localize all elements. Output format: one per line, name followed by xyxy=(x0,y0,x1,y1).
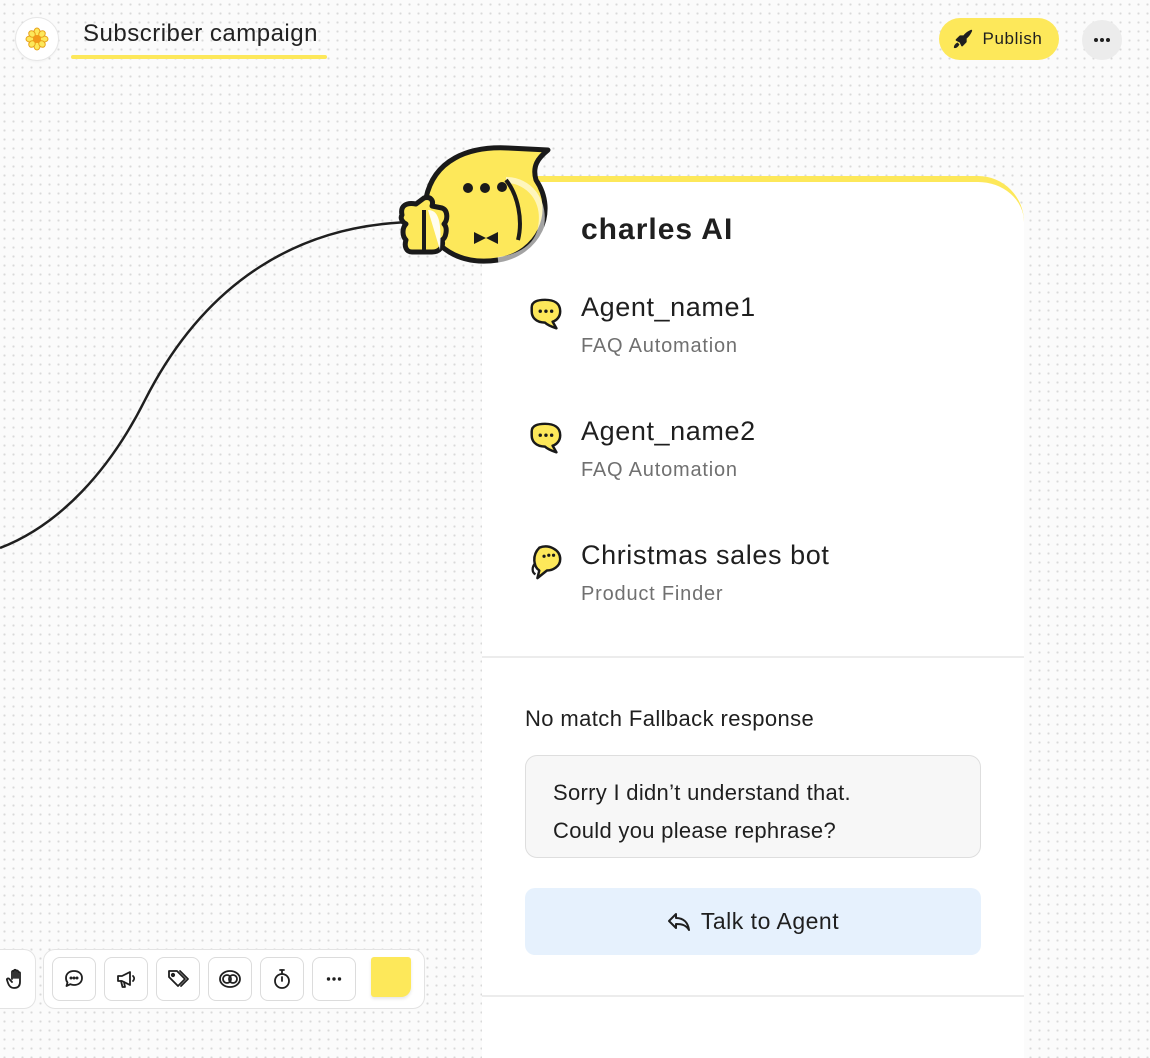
title-underline xyxy=(71,55,327,59)
fallback-text-line: Sorry I didn’t understand that. xyxy=(553,780,851,805)
talk-to-agent-button[interactable]: Talk to Agent xyxy=(525,888,981,955)
publish-label: Publish xyxy=(982,29,1043,48)
agent-subtitle: FAQ Automation xyxy=(581,459,738,481)
agent-name: Agent_name2 xyxy=(581,416,756,446)
section-divider xyxy=(482,995,1024,997)
agent-subtitle: FAQ Automation xyxy=(581,335,738,357)
agent-item[interactable]: Christmas sales bot Product Finder xyxy=(524,538,1004,618)
agent-subtitle: Product Finder xyxy=(581,583,724,605)
agent-name: Agent_name1 xyxy=(581,292,756,322)
fallback-text-line: Could you please rephrase? xyxy=(553,818,836,843)
more-options-button[interactable] xyxy=(1082,20,1122,60)
agent-item[interactable]: Agent_name1 FAQ Automation xyxy=(524,290,1004,370)
megaphone-icon xyxy=(117,971,136,988)
ai-brain-icon xyxy=(219,970,241,988)
hand-tool-button[interactable] xyxy=(0,957,26,1001)
bot-bubble-icon xyxy=(531,545,562,580)
chat-bubble-icon xyxy=(530,422,562,454)
flower-icon xyxy=(25,27,49,51)
card-title: charles AI xyxy=(581,213,734,246)
app-logo-button[interactable] xyxy=(15,17,59,61)
more-horizontal-icon xyxy=(1094,38,1110,42)
tags-icon xyxy=(168,970,189,987)
tool-broadcast-button[interactable] xyxy=(104,957,148,1001)
tool-ai-button[interactable] xyxy=(208,957,252,1001)
talk-to-agent-label: Talk to Agent xyxy=(700,908,840,934)
sticky-note-icon[interactable] xyxy=(371,957,411,997)
timer-icon xyxy=(274,969,290,989)
agent-name: Christmas sales bot xyxy=(581,540,830,570)
publish-button[interactable]: Publish xyxy=(939,18,1059,60)
tool-more-button[interactable] xyxy=(312,957,356,1001)
charles-mascot-icon xyxy=(398,145,551,264)
section-divider xyxy=(482,656,1024,658)
reply-icon xyxy=(667,912,690,931)
page-title[interactable]: Subscriber campaign xyxy=(83,20,318,48)
fallback-label: No match Fallback response xyxy=(525,706,815,731)
rocket-icon xyxy=(953,29,972,49)
chat-bubble-icon xyxy=(530,298,562,330)
fallback-response-field[interactable]: Sorry I didn’t understand that. Could yo… xyxy=(525,755,981,858)
tool-message-button[interactable] xyxy=(52,957,96,1001)
tool-tags-button[interactable] xyxy=(156,957,200,1001)
more-horizontal-icon xyxy=(326,977,342,981)
agent-item[interactable]: Agent_name2 FAQ Automation xyxy=(524,414,1004,494)
message-icon xyxy=(65,970,83,987)
tool-delay-button[interactable] xyxy=(260,957,304,1001)
hand-icon xyxy=(6,968,21,989)
